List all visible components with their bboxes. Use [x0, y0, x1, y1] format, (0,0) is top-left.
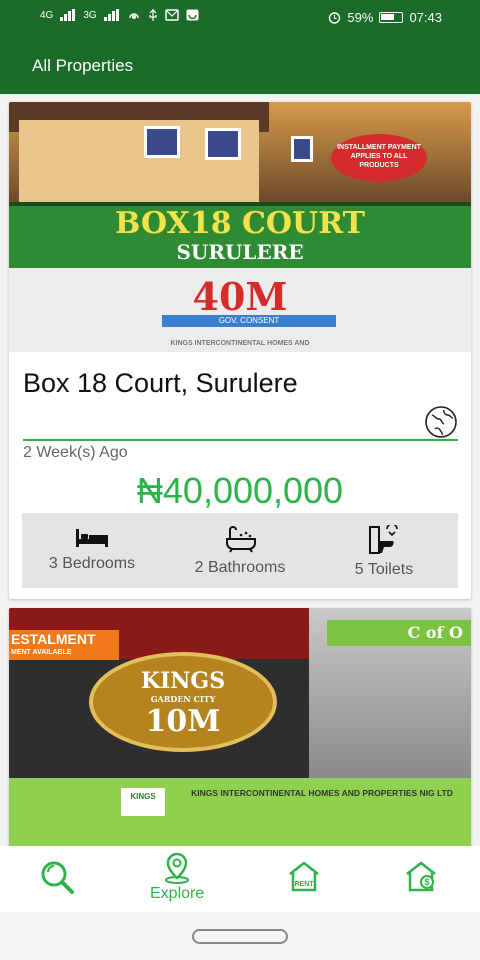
- posted-time: 2 Week(s) Ago: [23, 444, 128, 461]
- property-name[interactable]: Box 18 Court, Surulere: [23, 368, 298, 399]
- installment-badge: INSTALLMENT PAYMENT APPLIES TO ALL PRODU…: [331, 134, 427, 182]
- nav-search[interactable]: [40, 860, 76, 894]
- notification-icon: [164, 9, 179, 21]
- banner-price: 40M: [192, 274, 288, 319]
- brand-name: KINGS: [140, 668, 226, 694]
- toilet-icon: [369, 525, 398, 554]
- network-type-1: 4G: [40, 9, 54, 21]
- home-gesture-handle[interactable]: [192, 929, 288, 944]
- alarm-icon: [329, 12, 341, 24]
- signal-icon-2: [103, 9, 120, 21]
- feature-bedrooms: 3 Bedrooms: [22, 525, 162, 573]
- network-type-2: 3G: [83, 9, 97, 21]
- bed-icon: [76, 529, 108, 547]
- nav-sale[interactable]: $: [404, 860, 438, 892]
- price-badge: KINGS GARDEN CITY 10M: [89, 652, 277, 752]
- company-logo: KINGS: [121, 788, 165, 816]
- status-bar: 4G 3G 59% 07:43: [0, 0, 480, 36]
- search-icon: [41, 861, 74, 894]
- toilets-label: 5 Toilets: [354, 561, 414, 578]
- property-card[interactable]: ESTALMENT MENT AVAILABLE KINGS GARDEN CI…: [9, 608, 471, 848]
- window-shape: [144, 126, 180, 158]
- globe-icon[interactable]: [424, 405, 458, 439]
- banner-footer: KINGS INTERCONTINENTAL HOMES AND: [170, 340, 310, 347]
- app-bar: All Properties: [0, 36, 480, 94]
- nav-explore[interactable]: Explore: [150, 852, 204, 903]
- brand-sub: GARDEN CITY: [150, 694, 216, 704]
- status-icons-left: 4G 3G: [40, 9, 199, 21]
- status-icons-right: 59% 07:43: [328, 10, 442, 25]
- banner-price: 10M: [145, 704, 221, 739]
- property-card[interactable]: INSTALLMENT PAYMENT APPLIES TO ALL PRODU…: [9, 102, 471, 599]
- banner-title: BOX18 COURT: [115, 206, 365, 241]
- system-nav-bar: [0, 912, 480, 960]
- bathtub-icon: [226, 526, 256, 553]
- window-shape: [291, 136, 313, 162]
- rent-text: RENT: [294, 881, 314, 888]
- property-image[interactable]: INSTALLMENT PAYMENT APPLIES TO ALL PRODU…: [9, 102, 471, 352]
- cofo-tag: C of O: [327, 620, 471, 646]
- bottom-nav: Explore RENT $: [0, 846, 480, 912]
- features-bar: 3 Bedrooms 2 Bathrooms 5 Toilets: [22, 513, 458, 588]
- rent-house-icon: RENT: [289, 861, 319, 892]
- clock: 07:43: [409, 10, 442, 25]
- bedrooms-label: 3 Bedrooms: [48, 555, 136, 572]
- property-price: ₦40,000,000: [136, 470, 344, 511]
- hotspot-icon: [128, 13, 139, 19]
- divider: [23, 439, 458, 441]
- battery-percent: 59%: [347, 10, 374, 25]
- nav-explore-label: Explore: [150, 885, 205, 902]
- window-shape: [205, 128, 241, 160]
- installment-stripe: ESTALMENT MENT AVAILABLE: [9, 630, 119, 660]
- feature-bathrooms: 2 Bathrooms: [170, 525, 310, 577]
- bathrooms-label: 2 Bathrooms: [194, 559, 286, 576]
- banner-tag: GOV. CONSENT: [162, 315, 336, 327]
- usb-icon: [149, 9, 157, 21]
- dollar-sign: $: [424, 877, 429, 887]
- property-image[interactable]: ESTALMENT MENT AVAILABLE KINGS GARDEN CI…: [9, 608, 471, 848]
- nav-rent[interactable]: RENT: [287, 860, 321, 892]
- signal-icon: [60, 9, 76, 21]
- banner-subtitle: SURULERE: [176, 240, 304, 264]
- battery-icon: [379, 12, 404, 23]
- installment-subtext: MENT AVAILABLE: [11, 649, 72, 656]
- feature-toilets: 5 Toilets: [314, 525, 454, 579]
- installment-text: ESTALMENT: [11, 631, 96, 647]
- sale-house-icon: $: [406, 861, 436, 892]
- company-name: KINGS INTERCONTINENTAL HOMES AND PROPERT…: [191, 788, 453, 798]
- app-notification-icon: [186, 9, 199, 21]
- page-title: All Properties: [32, 56, 134, 75]
- map-pin-icon: [165, 852, 190, 884]
